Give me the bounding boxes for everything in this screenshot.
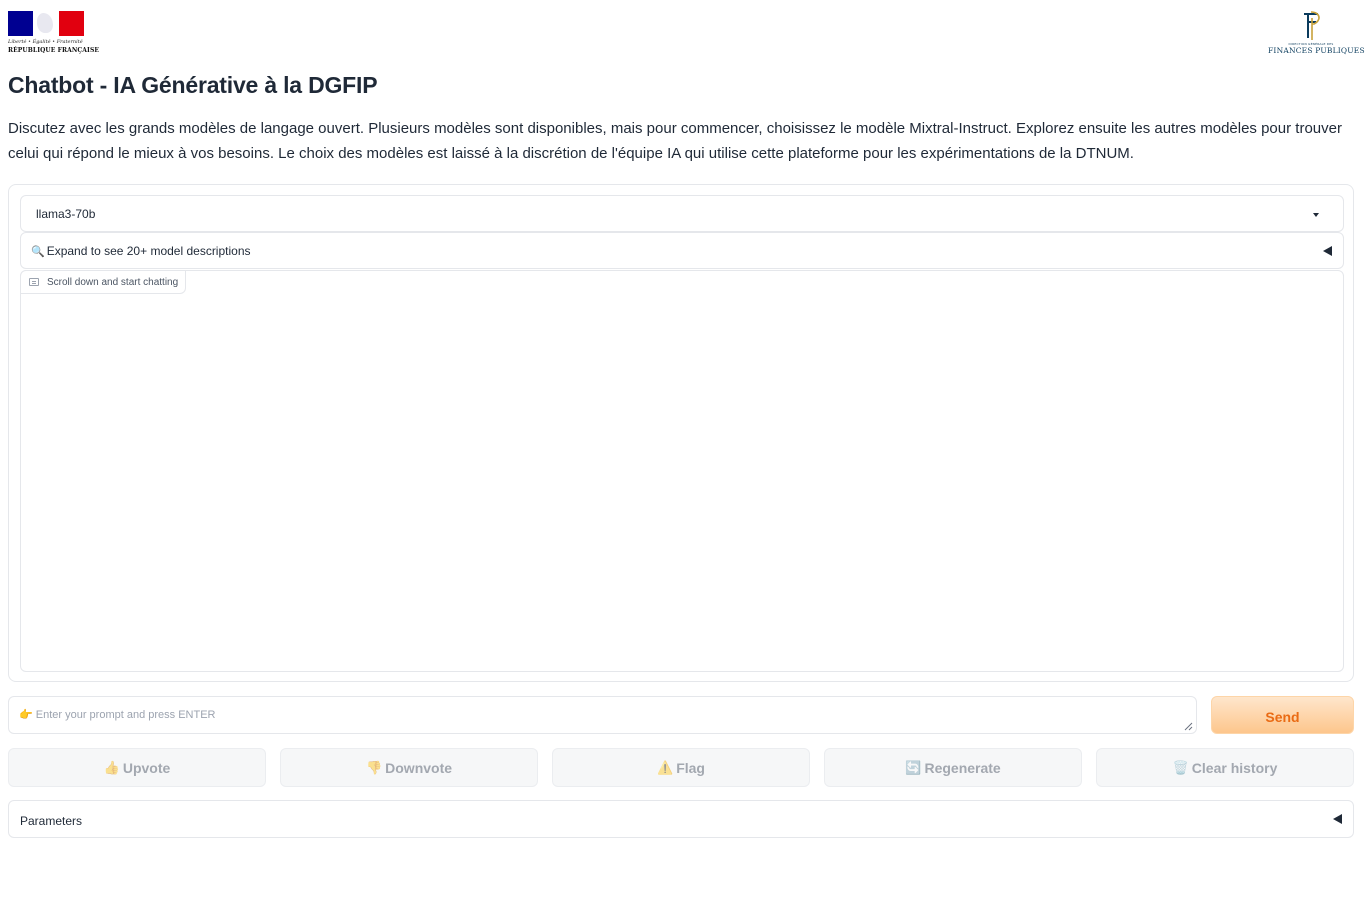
collapse-triangle-icon <box>1323 246 1332 256</box>
regenerate-label: Regenerate <box>924 759 1001 776</box>
regenerate-button[interactable]: 🔄 Regenerate <box>824 748 1082 787</box>
republique-francaise-logo: Liberté • Égalité • Fraternité RÉPUBLIQU… <box>8 11 99 57</box>
upvote-label: Upvote <box>122 759 171 776</box>
page-title: Chatbot - IA Générative à la DGFIP <box>8 72 378 98</box>
dgfip-name: FINANCES PUBLIQUES <box>1268 46 1365 55</box>
page-intro: Discutez avec les grands modèles de lang… <box>8 120 1342 162</box>
chevron-down-icon <box>1313 213 1319 217</box>
clear-history-button[interactable]: 🗑️ Clear history <box>1096 748 1354 787</box>
downvote-label: Downvote <box>385 759 453 776</box>
model-dropdown-value: llama3-70b <box>36 207 96 221</box>
marianne-flag-icon <box>8 11 84 36</box>
model-dropdown[interactable]: llama3-70b <box>20 195 1344 232</box>
chatbot-label-text: Scroll down and start chatting <box>47 276 179 288</box>
flag-button[interactable]: ⚠️ Flag <box>552 748 810 787</box>
downvote-button[interactable]: 👎 Downvote <box>280 748 538 787</box>
clear-history-label: Clear history <box>1191 759 1278 776</box>
flag-label: Flag <box>676 759 705 776</box>
thumbs-down-icon: 👎 <box>365 759 383 775</box>
parameters-label: Parameters <box>20 814 83 828</box>
send-button[interactable]: Send <box>1211 696 1354 734</box>
upvote-button[interactable]: 👍 Upvote <box>8 748 266 787</box>
dgfip-logo: DIRECTION GÉNÉRALE DES FINANCES PUBLIQUE… <box>1268 10 1365 56</box>
send-button-label: Send <box>1265 708 1300 725</box>
model-descriptions-accordion[interactable]: 🔍 Expand to see 20+ model descriptions <box>20 232 1344 269</box>
chatbot-area[interactable]: Scroll down and start chatting <box>20 270 1344 672</box>
refresh-icon: 🔄 <box>905 759 922 775</box>
trash-icon: 🗑️ <box>1172 759 1189 775</box>
resize-handle-icon[interactable] <box>1184 722 1193 731</box>
model-descriptions-label: Expand to see 20+ model descriptions <box>46 244 251 258</box>
search-icon: 🔍 <box>31 245 45 258</box>
prompt-input[interactable] <box>8 696 1197 734</box>
chat-icon <box>29 278 39 286</box>
parameters-accordion[interactable]: Parameters <box>8 800 1354 838</box>
warning-icon: ⚠️ <box>657 759 674 775</box>
thumbs-up-icon: 👍 <box>103 759 120 775</box>
chatbot-label: Scroll down and start chatting <box>20 270 187 294</box>
chat-panel: llama3-70b 🔍 Expand to see 20+ model des… <box>8 184 1354 682</box>
rf-name: RÉPUBLIQUE FRANÇAISE <box>8 47 100 54</box>
dgfip-monogram-icon <box>1304 11 1320 40</box>
model-descriptions-header: 🔍 Expand to see 20+ model descriptions <box>31 244 251 258</box>
rf-motto: Liberté • Égalité • Fraternité <box>8 39 83 45</box>
page-header: Liberté • Égalité • Fraternité RÉPUBLIQU… <box>0 0 1372 62</box>
collapse-triangle-icon <box>1333 814 1342 824</box>
